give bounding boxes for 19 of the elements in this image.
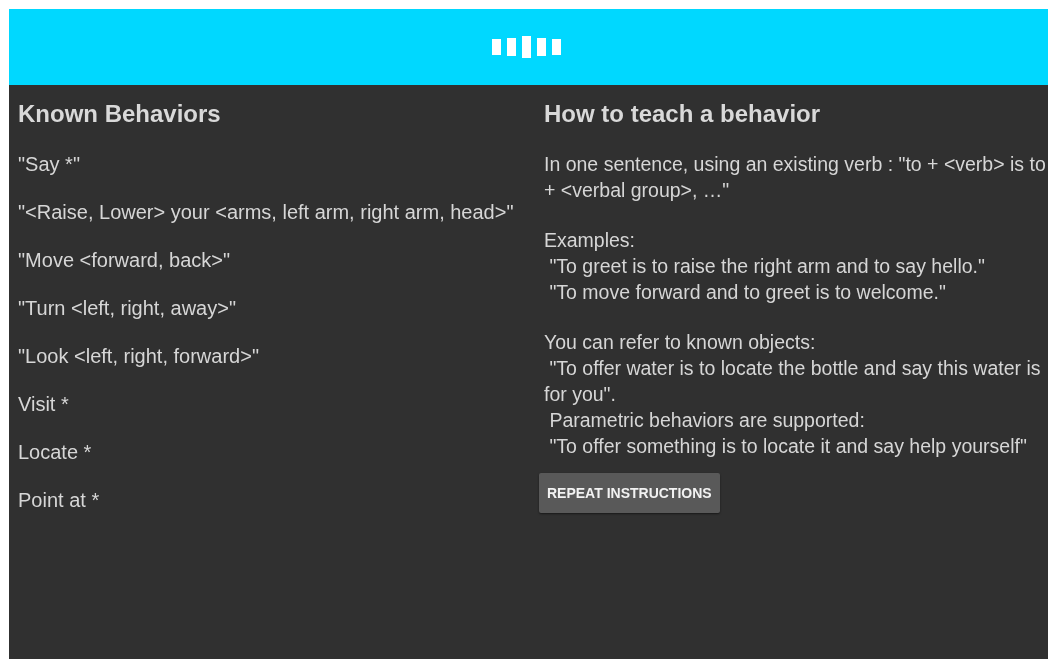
behavior-item: Visit *: [18, 392, 70, 417]
instruction-text: "To offer water is to locate the bottle and say this water is for you".: [544, 356, 1042, 407]
behavior-item: Point at *: [18, 488, 101, 513]
behavior-item: "Say *": [18, 152, 81, 177]
behavior-item: "Move <forward, back>": [18, 248, 232, 273]
behavior-item: "Turn <left, right, away>": [18, 296, 237, 321]
behavior-item: "Look <left, right, forward>": [18, 344, 260, 369]
section-heading: Known Behaviors: [18, 99, 222, 129]
instruction-text: "To offer something is to locate it and say help yourself": [548, 434, 1028, 459]
instruction-text: You can refer to known objects:: [544, 330, 817, 355]
instruction-text: "To move forward and to greet is to welcome.": [548, 280, 947, 305]
behavior-item: Locate *: [18, 440, 93, 465]
instruction-text: Parametric behaviors are supported:: [548, 408, 866, 433]
behavior-item: "<Raise, Lower> your <arms, left arm, right arm, head>": [18, 200, 515, 225]
repeat-instructions-button[interactable]: REPEAT INSTRUCTIONS: [539, 473, 720, 513]
section-heading: How to teach a behavior: [544, 99, 822, 129]
instruction-text: Examples:: [544, 228, 637, 253]
instruction-text: "To greet is to raise the right arm and to say hello.": [548, 254, 986, 279]
instruction-text: In one sentence, using an existing verb : "to + <verb> is to + <verbal group>, …": [544, 152, 1047, 203]
